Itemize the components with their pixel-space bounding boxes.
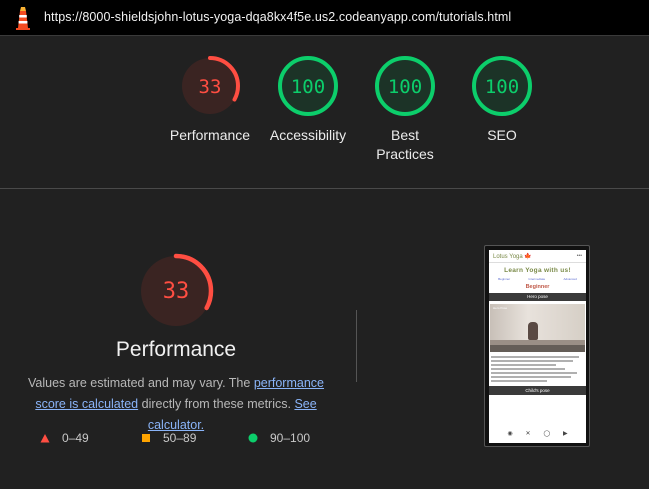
performance-main-gauge: 33 — [136, 251, 216, 336]
thumbnail-hero-title: Learn Yoga with us! — [504, 267, 571, 274]
gauge-seo-ring: 100 — [472, 56, 532, 116]
legend-pass: 90–100 — [248, 431, 310, 445]
legend-average: 50–89 — [141, 431, 196, 445]
lighthouse-icon — [16, 7, 30, 30]
gauge-performance-ring: 33 — [180, 56, 240, 116]
gauge-performance-label: Performance — [169, 127, 251, 143]
thumbnail-video-controls — [490, 345, 585, 352]
square-icon — [142, 434, 150, 442]
gauge-accessibility-ring: 100 — [278, 56, 338, 116]
performance-description: Values are estimated and may vary. The p… — [12, 373, 340, 436]
performance-desc-prefix: Values are estimated and may vary. The — [28, 376, 254, 390]
facebook-icon: ◉ — [507, 431, 513, 437]
thumbnail-pose-bar-2: Child's pose — [489, 386, 586, 395]
thumbnail-link-intermediate: Intermediate — [528, 277, 546, 281]
gauge-performance-score: 33 — [199, 76, 222, 98]
performance-main-ring: 33 — [138, 253, 214, 329]
gauge-accessibility-label: Accessibility — [269, 127, 347, 143]
legend-fail-label: 0–49 — [62, 431, 89, 445]
x-icon: ✕ — [525, 431, 531, 437]
gauge-seo-score: 100 — [485, 76, 519, 98]
url-text[interactable]: https://8000-shieldsjohn-lotus-yoga-dqa8… — [44, 10, 511, 24]
thumbnail-link-beginner: Beginner — [498, 277, 511, 281]
thumbnail-footer: ◉ ✕ ◯ ▶ — [489, 430, 586, 437]
gauge-seo[interactable]: 100 SEO — [452, 54, 552, 145]
legend-fail: 0–49 — [40, 431, 89, 445]
thumbnail-video-title: Hero Pose — [493, 306, 508, 310]
performance-main-score: 33 — [163, 279, 190, 304]
score-legend: 0–49 50–89 90–100 — [0, 431, 352, 447]
thumbnail-link-advanced: Advanced — [563, 277, 577, 281]
thumbnail-text-block — [489, 352, 586, 382]
gauge-seo-label: SEO — [487, 127, 517, 143]
thumbnail-level-links: Beginner Intermediate Advanced — [489, 277, 586, 281]
gauge-accessibility-score: 100 — [291, 76, 325, 98]
gauge-best-practices[interactable]: 100 Best Practices — [355, 54, 455, 164]
thumbnail-brand: Lotus Yoga 🍁 — [493, 253, 532, 260]
thumbnail-level-heading: Beginner — [525, 284, 550, 290]
category-gauges: 33 Performance 100 Accessibility 100 Bes… — [0, 36, 649, 189]
thumbnail-menu-icon: ••• — [576, 253, 582, 259]
thumbnail-video-person — [528, 322, 538, 340]
instagram-icon: ◯ — [543, 431, 551, 437]
circle-icon — [248, 433, 258, 443]
thumbnail-video: Hero Pose — [490, 304, 585, 352]
legend-average-label: 50–89 — [163, 431, 197, 445]
youtube-icon: ▶ — [562, 431, 568, 437]
performance-title: Performance — [115, 338, 237, 361]
thumbnail-page: Lotus Yoga 🍁 ••• Learn Yoga with us! Beg… — [489, 250, 586, 443]
gauge-accessibility[interactable]: 100 Accessibility — [258, 54, 358, 145]
section-divider — [356, 310, 357, 382]
legend-pass-label: 90–100 — [270, 431, 311, 445]
thumbnail-pose-bar-1: Hero pose — [489, 293, 586, 301]
url-bar: https://8000-shieldsjohn-lotus-yoga-dqa8… — [0, 0, 649, 36]
gauge-best-practices-label: Best Practices — [376, 127, 434, 162]
final-screenshot-thumbnail[interactable]: Lotus Yoga 🍁 ••• Learn Yoga with us! Beg… — [484, 245, 590, 447]
gauge-performance[interactable]: 33 Performance — [160, 54, 260, 145]
performance-desc-middle: directly from these metrics. — [138, 397, 295, 411]
gauge-best-practices-ring: 100 — [375, 56, 435, 116]
thumbnail-navbar: Lotus Yoga 🍁 ••• — [489, 250, 586, 263]
gauge-best-practices-score: 100 — [388, 76, 422, 98]
triangle-icon — [40, 434, 50, 443]
